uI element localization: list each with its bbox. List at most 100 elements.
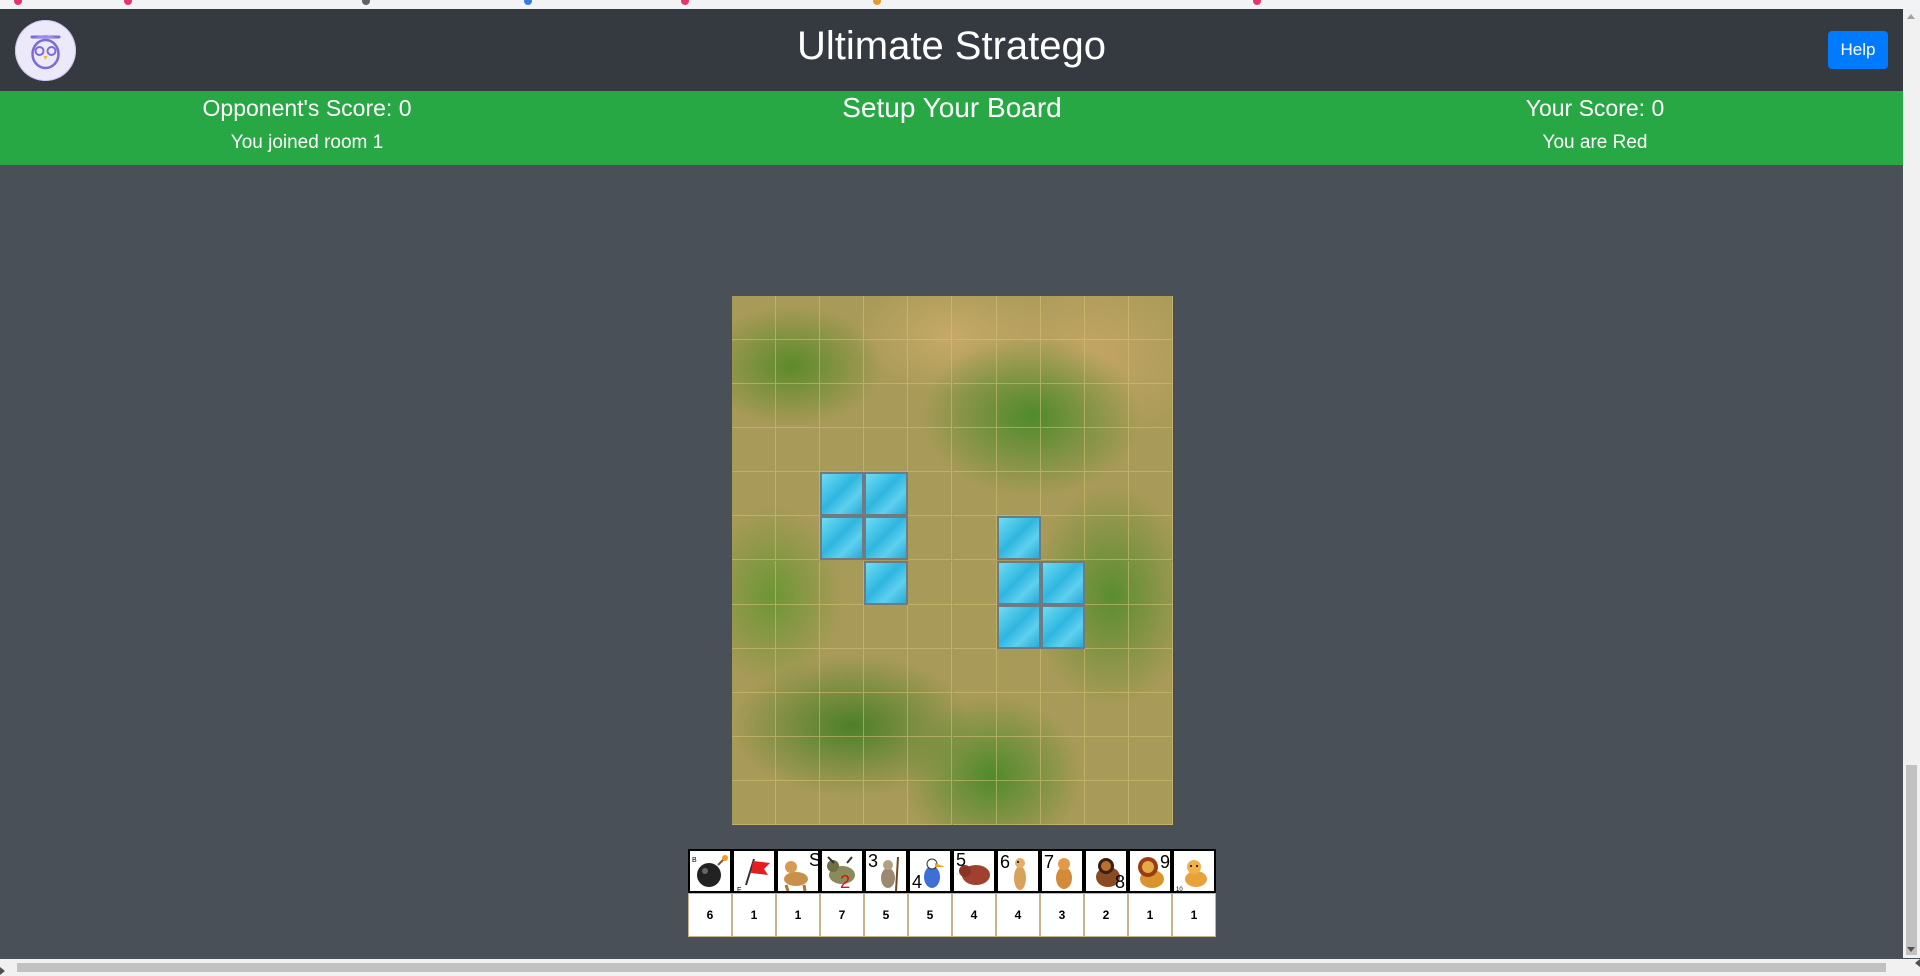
board-cell[interactable] — [908, 648, 953, 693]
board-cell[interactable] — [908, 736, 953, 781]
board-cell[interactable] — [1040, 648, 1085, 693]
board-cell[interactable] — [820, 428, 865, 473]
board-cell[interactable] — [996, 780, 1041, 825]
board-cell[interactable] — [1040, 516, 1085, 561]
board-cell[interactable] — [908, 384, 953, 429]
board-cell[interactable] — [908, 516, 953, 561]
board-cell[interactable] — [1084, 472, 1129, 517]
vertical-scroll-thumb[interactable] — [1906, 765, 1917, 955]
board-cell[interactable] — [864, 736, 909, 781]
board-cell[interactable] — [952, 736, 997, 781]
board-cell[interactable] — [996, 428, 1041, 473]
board-cell[interactable] — [1040, 780, 1085, 825]
board-cell[interactable] — [732, 296, 777, 341]
board-cell[interactable] — [776, 604, 821, 649]
piece-colonel[interactable]: 82 — [1084, 849, 1128, 937]
board-cell[interactable] — [776, 428, 821, 473]
board-cell[interactable] — [996, 692, 1041, 737]
board-cell[interactable] — [732, 604, 777, 649]
board-cell[interactable] — [1084, 384, 1129, 429]
board-cell[interactable] — [996, 648, 1041, 693]
piece-sergeant[interactable]: 45 — [908, 849, 952, 937]
board-cell[interactable] — [952, 780, 997, 825]
board-cell[interactable] — [1128, 340, 1173, 385]
piece-major[interactable]: 73 — [1040, 849, 1084, 937]
board-cell[interactable] — [1128, 384, 1173, 429]
board-cell[interactable] — [1084, 648, 1129, 693]
board-cell[interactable] — [776, 472, 821, 517]
board-cell[interactable] — [996, 296, 1041, 341]
board-cell[interactable] — [1084, 560, 1129, 605]
board-cell[interactable] — [864, 692, 909, 737]
horizontal-scrollbar[interactable] — [0, 959, 1920, 976]
board-cell[interactable] — [1040, 692, 1085, 737]
board-cell[interactable] — [864, 296, 909, 341]
board-cell[interactable] — [820, 560, 865, 605]
board-cell[interactable] — [864, 384, 909, 429]
board-cell[interactable] — [996, 736, 1041, 781]
board-cell[interactable] — [732, 428, 777, 473]
board-cell[interactable] — [952, 648, 997, 693]
board-cell[interactable] — [776, 340, 821, 385]
board-cell[interactable] — [952, 604, 997, 649]
lion-cub-icon[interactable]: 10 — [1172, 849, 1216, 893]
lion-king-icon[interactable]: 9 — [1128, 849, 1172, 893]
board-cell[interactable] — [1040, 296, 1085, 341]
board-cell[interactable] — [908, 340, 953, 385]
board-cell[interactable] — [820, 736, 865, 781]
board-cell[interactable] — [908, 560, 953, 605]
hyena-icon[interactable]: 2 — [820, 849, 864, 893]
board-cell[interactable] — [908, 692, 953, 737]
young-lion-icon[interactable]: 7 — [1040, 849, 1084, 893]
piece-flag[interactable]: F1 — [732, 849, 776, 937]
board-cell[interactable] — [820, 648, 865, 693]
board-cell[interactable] — [776, 296, 821, 341]
board-cell[interactable] — [732, 736, 777, 781]
horizontal-scroll-thumb[interactable] — [17, 963, 1886, 972]
board-cell[interactable] — [952, 560, 997, 605]
piece-lieutenant[interactable]: 54 — [952, 849, 996, 937]
board-cell[interactable] — [996, 472, 1041, 517]
board-cell[interactable] — [1084, 604, 1129, 649]
board-cell[interactable] — [952, 428, 997, 473]
board-cell[interactable] — [1084, 296, 1129, 341]
board-cell[interactable] — [776, 736, 821, 781]
board-cell[interactable] — [908, 780, 953, 825]
board-cell[interactable] — [820, 296, 865, 341]
board-cell[interactable] — [820, 780, 865, 825]
board-cell[interactable] — [864, 648, 909, 693]
board-cell[interactable] — [996, 384, 1041, 429]
bomb-icon[interactable]: B — [688, 849, 732, 893]
red-flag-icon[interactable]: F — [732, 849, 776, 894]
board-cell[interactable] — [776, 560, 821, 605]
board-cell[interactable] — [1040, 384, 1085, 429]
board-cell[interactable] — [1084, 692, 1129, 737]
lioness-icon[interactable]: S — [776, 849, 821, 893]
board-cell[interactable] — [776, 384, 821, 429]
piece-marshal[interactable]: 10 1 — [1172, 849, 1216, 937]
board-cell[interactable] — [1128, 296, 1173, 341]
board-cell[interactable] — [776, 516, 821, 561]
board-cell[interactable] — [1084, 516, 1129, 561]
board-cell[interactable] — [864, 604, 909, 649]
warthog-icon[interactable]: 5 — [952, 849, 996, 893]
board-cell[interactable] — [1084, 340, 1129, 385]
board-cell[interactable] — [820, 384, 865, 429]
board-cell[interactable] — [1128, 780, 1173, 825]
board-cell[interactable] — [1040, 340, 1085, 385]
board-cell[interactable] — [952, 384, 997, 429]
baboon-icon[interactable]: 3 — [864, 849, 908, 893]
vertical-scrollbar[interactable] — [1903, 9, 1920, 958]
board-cell[interactable] — [1084, 736, 1129, 781]
board-cell[interactable] — [820, 692, 865, 737]
board-cell[interactable] — [732, 340, 777, 385]
board-cell[interactable] — [908, 472, 953, 517]
game-board[interactable] — [732, 296, 1173, 825]
piece-captain[interactable]: 64 — [996, 849, 1040, 937]
board-cell[interactable] — [776, 692, 821, 737]
board-cell[interactable] — [1084, 780, 1129, 825]
board-cell[interactable] — [952, 692, 997, 737]
board-cell[interactable] — [1128, 648, 1173, 693]
board-cell[interactable] — [952, 296, 997, 341]
board-cell[interactable] — [1128, 516, 1173, 561]
